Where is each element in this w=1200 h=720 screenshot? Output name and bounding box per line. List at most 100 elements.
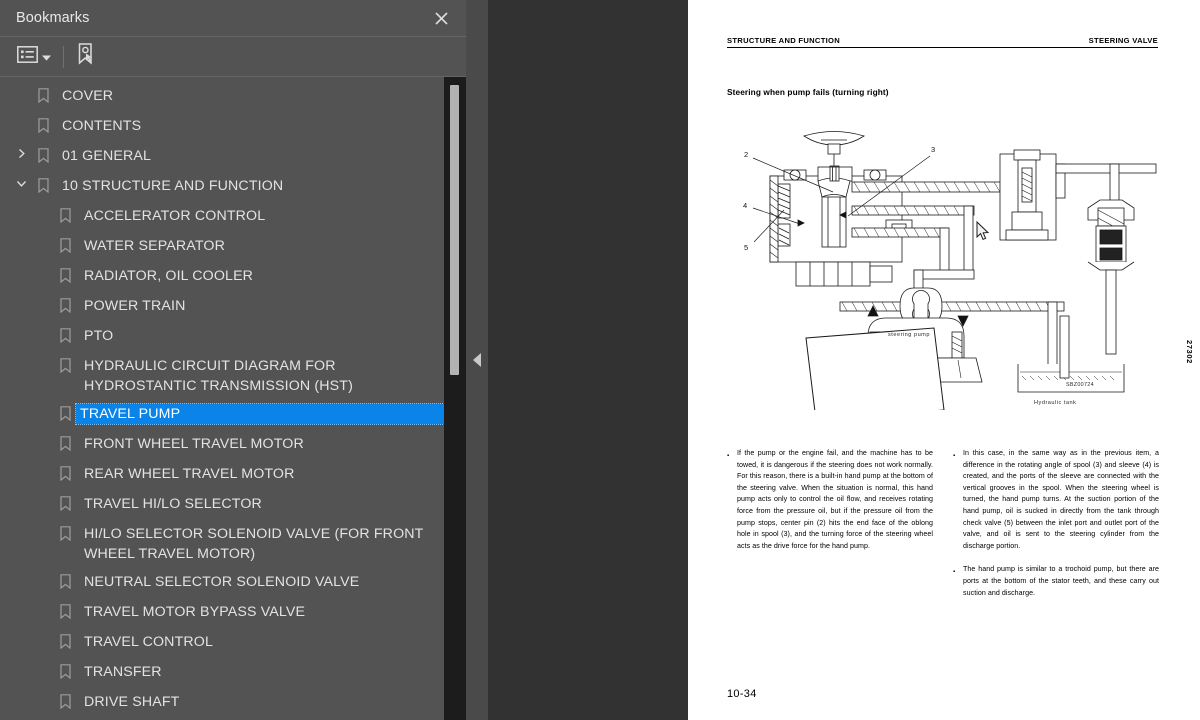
bookmark-icon [32, 176, 54, 193]
bookmark-item[interactable]: TRAVEL CONTROL [0, 628, 466, 658]
figure-callout-3: 3 [931, 145, 935, 154]
bookmark-icon [54, 602, 76, 619]
bookmark-item[interactable]: HYDRAULIC CIRCUIT DIAGRAM FOR HYDROSTANT… [0, 352, 466, 400]
bookmark-item[interactable]: 10 STRUCTURE AND FUNCTION [0, 172, 466, 202]
bookmark-icon [54, 494, 76, 511]
bullet-dot-icon: ▪ [727, 453, 730, 459]
bookmark-item[interactable]: 01 GENERAL [0, 142, 466, 172]
steering-valve-schematic: 2 3 4 5 steering pump Hydraulic tank SBZ… [718, 120, 1170, 421]
body-bullet-text: If the pump or the engine fail, and the … [737, 449, 933, 550]
bookmark-item-label: TRAVEL PUMP [75, 403, 445, 425]
bookmark-item-label: PTO [84, 328, 114, 344]
bookmark-item-label: TRAVEL HI/LO SELECTOR [84, 496, 262, 512]
bookmark-item-label: ACCELERATOR CONTROL [84, 208, 266, 224]
figure-callout-5: 5 [744, 243, 748, 252]
bookmark-item[interactable]: NEUTRAL SELECTOR SOLENOID VALVE [0, 568, 466, 598]
bookmark-item-label: COVER [62, 88, 114, 104]
bookmark-item[interactable]: HI/LO SELECTOR SOLENOID VALVE (FOR FRONT… [0, 520, 466, 568]
bookmark-item-label: NEUTRAL SELECTOR SOLENOID VALVE [84, 574, 360, 590]
new-bookmark-icon [76, 43, 95, 70]
page-side-code: 27302 [1185, 340, 1194, 364]
body-bullet-text: In this case, in the same way as in the … [963, 449, 1159, 550]
body-column: ▪ In this case, in the same way as in the… [953, 448, 1159, 611]
bookmark-item[interactable]: POWER TRAIN [0, 292, 466, 322]
bookmark-icon [54, 464, 76, 481]
bookmark-item[interactable]: WATER SEPARATOR [0, 232, 466, 262]
bookmark-item-label: TRAVEL MOTOR BYPASS VALVE [84, 604, 306, 620]
pdf-reader-window: Bookmarks COVER CONTENTS 01 GENERAL 10 S… [0, 0, 1200, 720]
panel-collapse-divider[interactable] [466, 0, 488, 720]
bullet-dot-icon: ▪ [953, 569, 956, 576]
bookmark-item[interactable]: TRAVEL PUMP [0, 400, 466, 430]
figure-callout-4: 4 [743, 201, 747, 210]
bookmark-icon [54, 326, 76, 343]
figure-label-hydraulic-tank: Hydraulic tank [1034, 400, 1076, 406]
bookmark-item[interactable]: TRAVEL MOTOR BYPASS VALVE [0, 598, 466, 628]
bookmark-icon [54, 356, 76, 373]
list-options-icon [17, 45, 38, 68]
panel-title: Bookmarks [16, 10, 90, 26]
bookmarks-list: COVER CONTENTS 01 GENERAL 10 STRUCTURE AND … [0, 77, 466, 718]
bookmark-icon [54, 236, 76, 253]
bookmark-icon [54, 572, 76, 589]
header-topic-title: STEERING VALVE [1088, 36, 1158, 45]
bookmark-icon [32, 116, 54, 133]
bookmark-item-label: HYDRAULIC CIRCUIT DIAGRAM FOR HYDROSTANT… [84, 358, 353, 394]
bullet-dot-icon: ▪ [953, 453, 956, 459]
page-running-header: STRUCTURE AND FUNCTION STEERING VALVE [727, 36, 1158, 48]
body-bullet: ▪ The hand pump is similar to a trochoid … [953, 564, 1159, 599]
bookmark-icon [54, 434, 76, 451]
bookmark-item[interactable]: COVER [0, 82, 466, 112]
bookmark-item[interactable]: TRAVEL HI/LO SELECTOR [0, 490, 466, 520]
bookmark-item[interactable]: DRIVE SHAFT [0, 688, 466, 718]
figure-callout-2: 2 [744, 150, 748, 159]
bookmark-icon [54, 296, 76, 313]
bookmarks-panel: Bookmarks COVER CONTENTS 01 GENERAL 10 S… [0, 0, 466, 720]
close-icon[interactable] [430, 7, 452, 29]
bookmark-icon [54, 404, 76, 421]
body-bullet: ▪ If the pump or the engine fail, and the… [727, 448, 933, 552]
bookmark-item[interactable]: ACCELERATOR CONTROL [0, 202, 466, 232]
bookmarks-scrollbar-thumb[interactable] [450, 85, 459, 375]
document-page: STRUCTURE AND FUNCTION STEERING VALVE St… [688, 0, 1200, 720]
bookmark-item[interactable]: RADIATOR, OIL COOLER [0, 262, 466, 292]
bookmark-item[interactable]: REAR WHEEL TRAVEL MOTOR [0, 460, 466, 490]
bookmark-item-label: 01 GENERAL [62, 148, 152, 164]
bookmark-item-label: REAR WHEEL TRAVEL MOTOR [84, 466, 295, 482]
bookmark-item[interactable]: TRANSFER [0, 658, 466, 688]
figure-code: SBZ00724 [1066, 382, 1094, 388]
bookmark-item-label: 10 STRUCTURE AND FUNCTION [62, 178, 284, 194]
bookmarks-toolbar [0, 37, 466, 77]
chevron-down-icon [42, 48, 51, 66]
bookmark-item-label: CONTENTS [62, 118, 142, 134]
body-bullet: ▪ In this case, in the same way as in the… [953, 448, 1159, 552]
bookmarks-panel-header: Bookmarks [0, 0, 466, 37]
bookmark-icon [54, 632, 76, 649]
bookmark-item-label: TRANSFER [84, 664, 162, 680]
bookmark-icon [32, 86, 54, 103]
chevron-right-icon[interactable] [10, 146, 32, 159]
bookmark-icon [54, 266, 76, 283]
bookmark-icon [54, 206, 76, 223]
list-options-button[interactable] [15, 44, 53, 70]
bookmark-item[interactable]: CONTENTS [0, 112, 466, 142]
bookmark-icon [54, 692, 76, 709]
bookmark-item[interactable]: FRONT WHEEL TRAVEL MOTOR [0, 430, 466, 460]
bookmarks-scrollbar[interactable] [444, 77, 466, 720]
bookmark-icon [54, 662, 76, 679]
figure-label-steering-pump: steering pump [888, 332, 930, 338]
new-bookmark-button[interactable] [76, 43, 95, 70]
bookmark-item-label: TRAVEL CONTROL [84, 634, 214, 650]
document-viewer: STRUCTURE AND FUNCTION STEERING VALVE St… [488, 0, 1200, 720]
bookmark-item-label: WATER SEPARATOR [84, 238, 225, 254]
header-section-title: STRUCTURE AND FUNCTION [727, 36, 841, 45]
chevron-down-icon[interactable] [10, 176, 32, 189]
bookmark-item-label: POWER TRAIN [84, 298, 186, 314]
bookmark-item[interactable]: PTO [0, 322, 466, 352]
collapse-left-arrow-icon[interactable] [473, 353, 481, 367]
bookmark-icon [32, 146, 54, 163]
body-column: ▪ If the pump or the engine fail, and the… [727, 448, 933, 611]
bookmark-item-label: FRONT WHEEL TRAVEL MOTOR [84, 436, 304, 452]
bookmark-icon [54, 524, 76, 541]
page-number: 10-34 [727, 688, 757, 700]
